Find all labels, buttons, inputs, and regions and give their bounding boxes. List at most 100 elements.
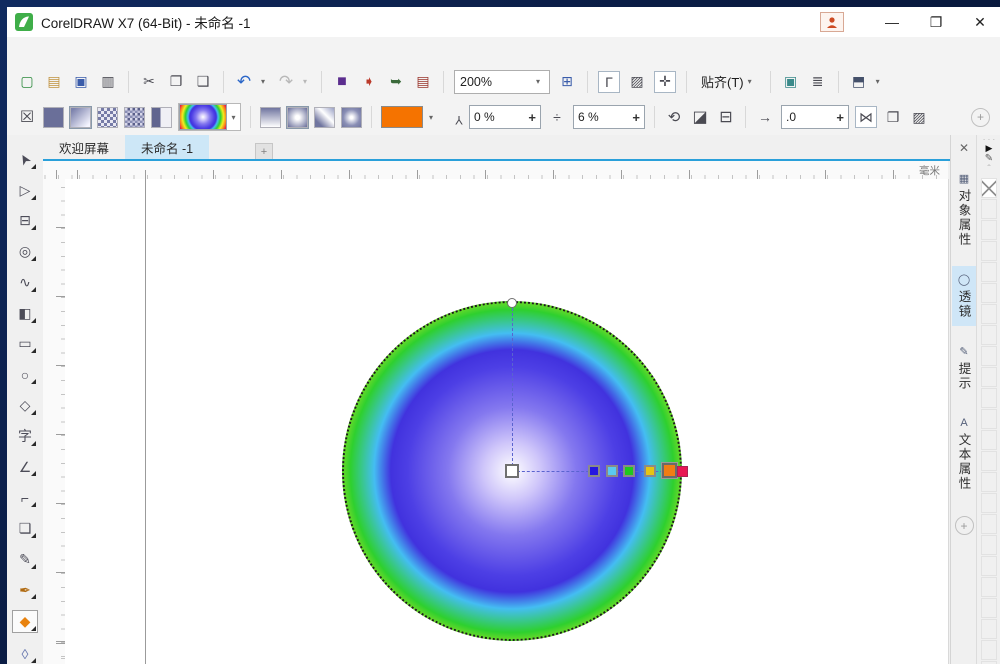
- color-swatch[interactable]: [981, 220, 997, 240]
- tool-button[interactable]: ○: [13, 364, 37, 385]
- tool-button[interactable]: ◎: [13, 241, 37, 262]
- tool-button[interactable]: ⌐: [13, 487, 37, 508]
- color-swatch[interactable]: [981, 346, 997, 366]
- fill-picker-caret-icon[interactable]: ▾: [227, 113, 240, 122]
- node-color-well[interactable]: [381, 106, 423, 128]
- show-rulers-icon[interactable]: Γ: [598, 71, 620, 93]
- undo-caret-icon[interactable]: ▾: [261, 77, 269, 86]
- reverse-fill-icon[interactable]: ⟲: [664, 107, 684, 127]
- fill-rotation-field[interactable]: .0 +: [781, 105, 849, 129]
- docker-tab[interactable]: A 文本属性: [952, 410, 976, 498]
- maximize-button[interactable]: ❐: [926, 14, 946, 31]
- cut-icon[interactable]: ✂: [139, 72, 159, 92]
- palette-flyout-icon[interactable]: ▶: [977, 143, 1000, 153]
- color-swatch[interactable]: [981, 640, 997, 660]
- print-icon[interactable]: ▥: [98, 72, 118, 92]
- snap-to-dropdown[interactable]: 贴齐(T) ▾: [697, 72, 760, 91]
- close-button[interactable]: ✕: [970, 14, 990, 31]
- color-swatch[interactable]: [981, 430, 997, 450]
- docker-tab[interactable]: ▦ 对象属性: [952, 165, 976, 254]
- tool-button[interactable]: ◆: [12, 610, 38, 633]
- minimize-button[interactable]: —: [882, 14, 902, 30]
- open-icon[interactable]: ▤: [44, 72, 64, 92]
- color-swatch[interactable]: [981, 556, 997, 576]
- stepper-icon[interactable]: +: [836, 110, 844, 125]
- quick-customize-button[interactable]: +: [971, 108, 990, 127]
- fill-center-handle[interactable]: [505, 464, 519, 478]
- tool-button[interactable]: 字: [13, 426, 37, 447]
- toolbars-icon[interactable]: ⬒: [849, 72, 869, 92]
- document-tab[interactable]: 欢迎屏幕: [43, 135, 125, 159]
- stepper-icon[interactable]: +: [528, 110, 536, 125]
- search-content-icon[interactable]: ■: [332, 72, 352, 92]
- free-scale-skew-icon[interactable]: ⋈: [855, 106, 877, 128]
- save-icon[interactable]: ▣: [71, 72, 91, 92]
- color-swatch[interactable]: [981, 304, 997, 324]
- palette-scroll-up-icon[interactable]: ˆ: [977, 165, 1000, 175]
- tool-button[interactable]: ➤: [13, 149, 37, 170]
- tool-button[interactable]: ⊟: [13, 211, 37, 232]
- welcome-screen-icon[interactable]: ▣: [781, 72, 801, 92]
- node-color-caret-icon[interactable]: ▾: [429, 113, 437, 122]
- tool-button[interactable]: ◇: [13, 395, 37, 416]
- tool-button[interactable]: ❏: [13, 518, 37, 539]
- redo-icon[interactable]: ↷: [276, 72, 296, 92]
- node-position-field[interactable]: 6 % +: [573, 105, 645, 129]
- options-icon[interactable]: ≣: [808, 72, 828, 92]
- new-tab-button[interactable]: +: [255, 143, 273, 160]
- gradient-stop-green[interactable]: [623, 465, 635, 477]
- tool-button[interactable]: ∿: [13, 272, 37, 293]
- fountain-fill-button[interactable]: [70, 107, 91, 128]
- docker-tab[interactable]: ◯ 透镜: [952, 266, 976, 326]
- gradient-stop-yellow[interactable]: [644, 465, 656, 477]
- tool-button[interactable]: ✒: [13, 580, 37, 601]
- edit-fill-icon[interactable]: ▨: [909, 107, 929, 127]
- color-swatch[interactable]: [981, 451, 997, 471]
- new-document-icon[interactable]: ▢: [17, 72, 37, 92]
- color-swatch[interactable]: [981, 577, 997, 597]
- color-swatch[interactable]: [981, 388, 997, 408]
- pattern-fill-button[interactable]: [97, 107, 118, 128]
- fill-picker-dropdown[interactable]: ▾: [178, 103, 241, 131]
- user-account-icon[interactable]: [820, 12, 844, 32]
- elliptical-fountain-button[interactable]: [287, 107, 308, 128]
- stepper-icon[interactable]: +: [632, 110, 640, 125]
- linear-fountain-button[interactable]: [260, 107, 281, 128]
- color-swatch[interactable]: [981, 619, 997, 639]
- import-icon[interactable]: ➧: [359, 72, 379, 92]
- postscript-fill-button[interactable]: [151, 107, 172, 128]
- fill-preview-swatch[interactable]: [179, 104, 227, 130]
- document-tab[interactable]: 未命名 -1: [125, 135, 209, 159]
- uniform-fill-button[interactable]: [43, 107, 64, 128]
- docker-tab[interactable]: ✎ 提示: [952, 338, 976, 398]
- color-swatch[interactable]: [981, 199, 997, 219]
- conical-fountain-button[interactable]: [314, 107, 335, 128]
- zoom-level-combobox[interactable]: 200% ▾: [454, 70, 550, 94]
- tool-button[interactable]: ∠: [13, 457, 37, 478]
- paste-icon[interactable]: ❑: [193, 72, 213, 92]
- undo-icon[interactable]: ↶: [234, 72, 254, 92]
- docker-close-icon[interactable]: ✕: [959, 141, 969, 155]
- texture-fill-button[interactable]: [124, 107, 145, 128]
- smooth-transition-icon[interactable]: ◪: [690, 107, 710, 127]
- tool-button[interactable]: ◧: [13, 303, 37, 324]
- full-screen-preview-icon[interactable]: ⊞: [557, 72, 577, 92]
- color-swatch[interactable]: [981, 283, 997, 303]
- gradient-stop-end[interactable]: [677, 466, 688, 477]
- snap-icon[interactable]: ✛: [654, 71, 676, 93]
- export-icon[interactable]: ➥: [386, 72, 406, 92]
- color-swatch[interactable]: [981, 367, 997, 387]
- rectangular-fountain-button[interactable]: [341, 107, 362, 128]
- color-swatch[interactable]: [981, 262, 997, 282]
- color-swatch[interactable]: [981, 535, 997, 555]
- copy-icon[interactable]: ❐: [166, 72, 186, 92]
- color-swatch[interactable]: [981, 598, 997, 618]
- show-grid-icon[interactable]: ▨: [627, 72, 647, 92]
- tool-button[interactable]: ▭: [13, 334, 37, 355]
- gradient-stop-blue[interactable]: [588, 465, 600, 477]
- color-swatch[interactable]: [981, 409, 997, 429]
- publish-pdf-icon[interactable]: ▤: [413, 72, 433, 92]
- color-swatch[interactable]: [981, 472, 997, 492]
- color-swatch[interactable]: [981, 178, 997, 198]
- toolbars-caret-icon[interactable]: ▾: [876, 77, 884, 86]
